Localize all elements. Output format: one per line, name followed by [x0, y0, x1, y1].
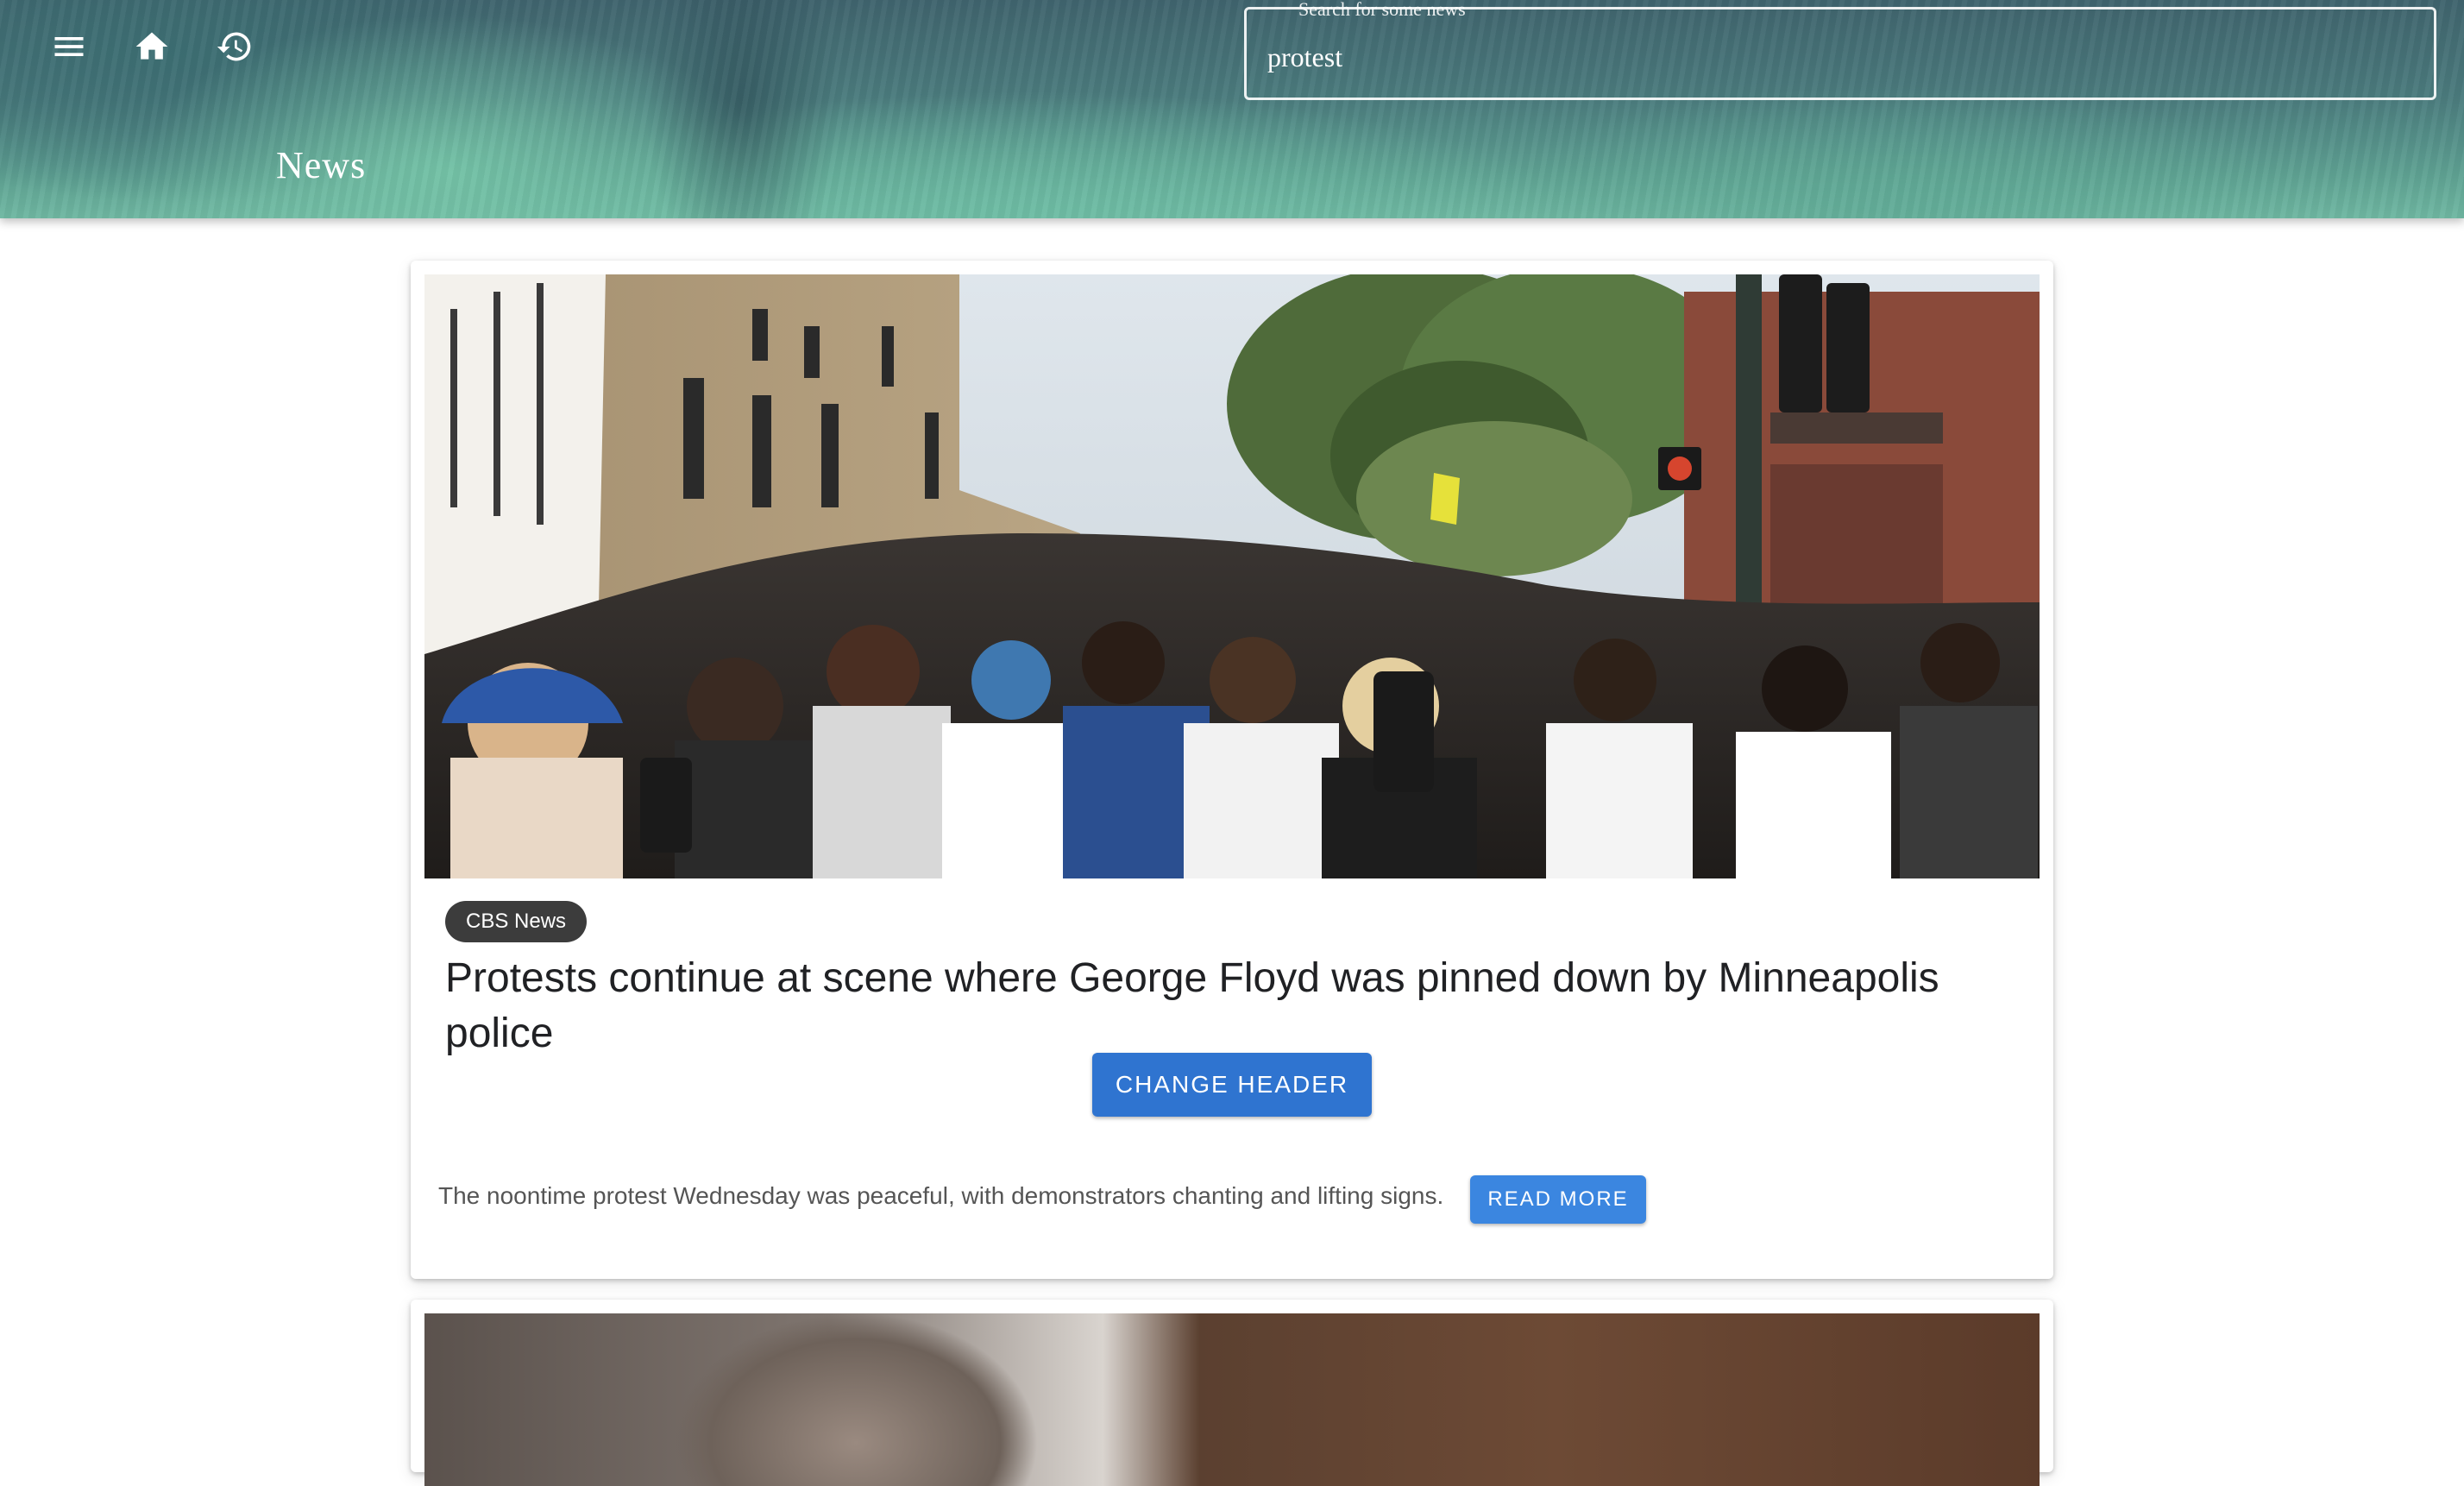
- search-field[interactable]: Search for some news: [1244, 0, 2436, 100]
- history-button[interactable]: [207, 19, 262, 74]
- article-title: Protests continue at scene where George …: [445, 955, 1939, 1056]
- change-header-button[interactable]: CHANGE HEADER: [1092, 1053, 1372, 1117]
- source-chip: CBS News: [445, 901, 588, 942]
- app-header: News Search for some news: [0, 0, 2464, 218]
- home-icon: [135, 32, 168, 60]
- search-input[interactable]: [1266, 35, 2387, 79]
- history-icon: [217, 32, 251, 61]
- search-label: Search for some news: [1298, 0, 1466, 20]
- news-card: [411, 1300, 2053, 1486]
- app-title: News: [276, 144, 367, 186]
- menu-icon: [54, 37, 84, 56]
- read-more-button[interactable]: READ MORE: [1470, 1175, 1646, 1224]
- article-description: The noontime protest Wednesday was peace…: [438, 1182, 1444, 1209]
- home-button[interactable]: [124, 19, 179, 74]
- news-card: CBS News Protests continue at scene wher…: [411, 261, 2053, 1279]
- menu-button[interactable]: [41, 19, 97, 74]
- article-image: [424, 274, 2040, 878]
- protest-photo: [424, 274, 2040, 878]
- article-image: [424, 1313, 2040, 1486]
